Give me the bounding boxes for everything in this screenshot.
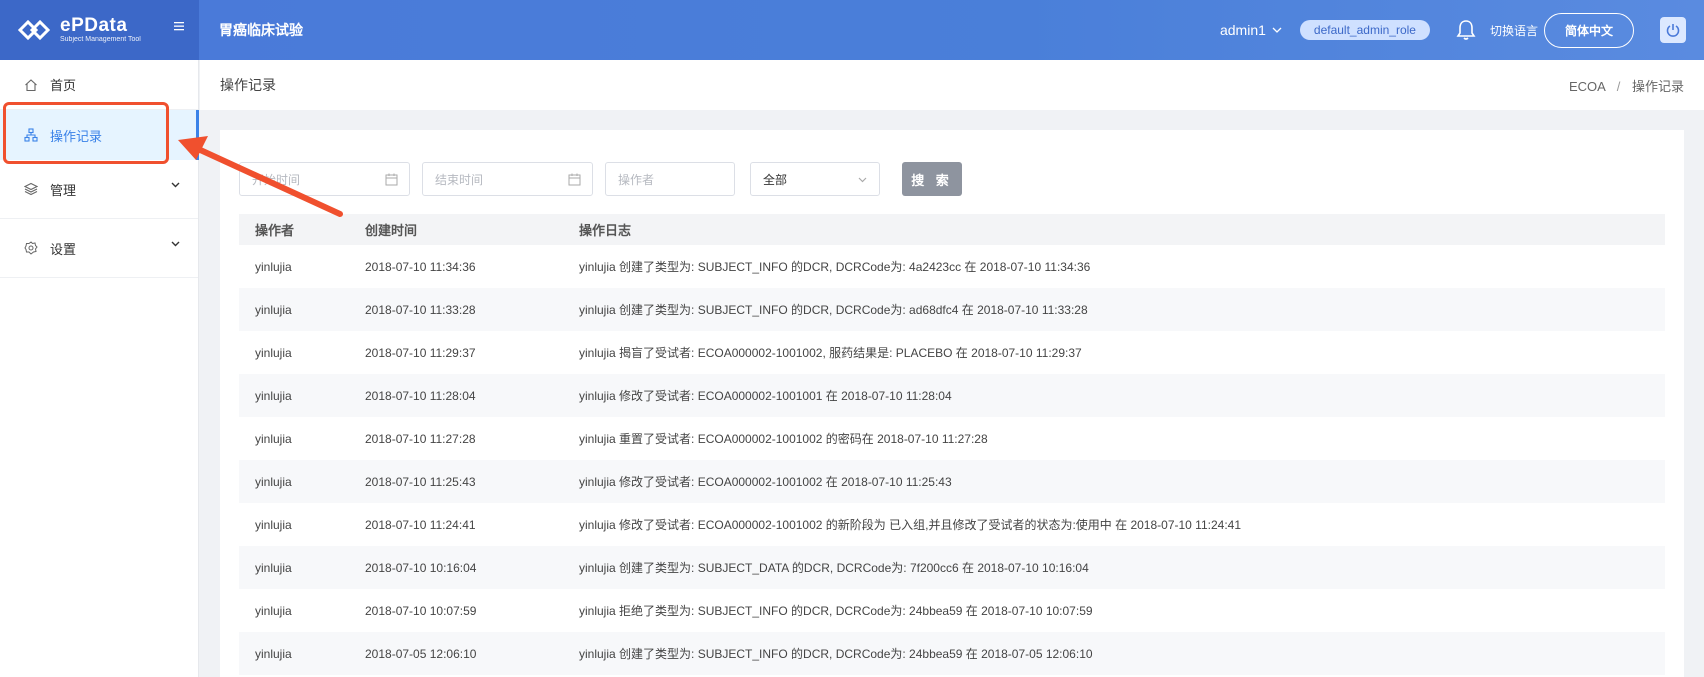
cell-created-time: 2018-07-05 12:06:10: [365, 646, 477, 661]
breadcrumb-item-ecoa[interactable]: ECOA: [1569, 79, 1605, 94]
cell-created-time: 2018-07-10 11:29:37: [365, 345, 476, 360]
menu-toggle-icon[interactable]: [173, 20, 185, 32]
table-row: yinlujia 2018-07-10 11:27:28 yinlujia 重置了受…: [239, 417, 1665, 460]
logo-icon: [18, 19, 51, 41]
cell-created-time: 2018-07-10 11:24:41: [365, 517, 476, 532]
calendar-icon: [385, 173, 398, 186]
cell-log: yinlujia 创建了类型为: SUBJECT_INFO 的DCR, DCRC…: [579, 303, 1088, 317]
cell-log: yinlujia 重置了受试者: ECOA000002-1001002 的密码在…: [579, 432, 988, 446]
page-header-bar: 操作记录 ECOA / 操作记录: [200, 60, 1704, 110]
breadcrumb-separator: /: [1616, 78, 1621, 94]
home-icon: [25, 78, 37, 91]
cell-operator: yinlujia: [255, 560, 292, 575]
logo-subtitle: Subject Management Tool: [60, 36, 141, 43]
page-title: 操作记录: [220, 77, 276, 93]
cell-created-time: 2018-07-10 10:07:59: [365, 603, 477, 618]
table-row: yinlujia 2018-07-10 10:16:04 yinlujia 创建了类…: [239, 546, 1665, 589]
chevron-down-icon: [1272, 27, 1282, 33]
breadcrumb: ECOA / 操作记录: [1569, 76, 1684, 95]
cell-created-time: 2018-07-10 11:25:43: [365, 474, 476, 489]
operator-input[interactable]: 操作者: [605, 162, 735, 196]
chevron-down-icon: [171, 182, 180, 188]
sidebar-item-home[interactable]: 首页: [0, 60, 198, 110]
table-row: yinlujia 2018-07-10 11:34:36 yinlujia 创建了类…: [239, 245, 1665, 288]
cell-created-time: 2018-07-10 10:16:04: [365, 560, 477, 575]
language-button[interactable]: 简体中文: [1543, 12, 1634, 48]
logo-area: ePData Subject Management Tool: [0, 0, 199, 60]
start-time-placeholder: 开始时间: [252, 172, 301, 187]
gear-icon: [24, 241, 38, 255]
cell-log: yinlujia 修改了受试者: ECOA000002-1001001 在 20…: [579, 389, 952, 403]
bell-icon[interactable]: [1456, 19, 1476, 41]
project-title: 胃癌临床试验: [219, 22, 303, 38]
cell-operator: yinlujia: [255, 431, 292, 446]
table-body: yinlujia 2018-07-10 11:34:36 yinlujia 创建了类…: [239, 245, 1665, 675]
cell-log: yinlujia 修改了受试者: ECOA000002-1001002 在 20…: [579, 475, 952, 489]
table-header: 操作者 创建时间 操作日志: [239, 214, 1665, 245]
table-row: yinlujia 2018-07-10 11:28:04 yinlujia 修改了受…: [239, 374, 1665, 417]
end-time-placeholder: 结束时间: [435, 172, 484, 187]
sidebar-item-label: 操作记录: [50, 128, 103, 144]
table-row: yinlujia 2018-07-10 10:07:59 yinlujia 拒绝了类…: [239, 589, 1665, 632]
table-row: yinlujia 2018-07-10 11:25:43 yinlujia 修改了受…: [239, 460, 1665, 503]
cell-log: yinlujia 创建了类型为: SUBJECT_INFO 的DCR, DCRC…: [579, 260, 1091, 274]
end-time-input[interactable]: 结束时间: [422, 162, 593, 196]
cell-operator: yinlujia: [255, 646, 292, 661]
cell-created-time: 2018-07-10 11:27:28: [365, 431, 476, 446]
cell-log: yinlujia 创建了类型为: SUBJECT_DATA 的DCR, DCRC…: [579, 561, 1089, 575]
column-header-operator: 操作者: [255, 223, 295, 238]
table-row: yinlujia 2018-07-05 12:06:10 yinlujia 创建了类…: [239, 632, 1665, 675]
sidebar-item-label: 首页: [50, 78, 77, 93]
filter-bar: 开始时间 结束时间 操作者 全部 搜 索: [239, 162, 962, 196]
cell-log: yinlujia 拒绝了类型为: SUBJECT_INFO 的DCR, DCRC…: [579, 604, 1093, 618]
calendar-icon: [568, 173, 581, 186]
sidebar-item-label: 管理: [50, 182, 77, 198]
content-card: 开始时间 结束时间 操作者 全部 搜 索 操作者 创建时间 操作日志 yinlu…: [220, 130, 1684, 677]
role-badge: default_admin_role: [1299, 20, 1430, 40]
operation-log-table: 操作者 创建时间 操作日志 yinlujia 2018-07-10 11:34:3…: [239, 214, 1665, 675]
cell-log: yinlujia 修改了受试者: ECOA000002-1001002 的新阶段…: [579, 518, 1241, 532]
chevron-down-icon: [858, 177, 867, 183]
user-name: admin1: [1219, 22, 1266, 38]
breadcrumb-item-current: 操作记录: [1631, 78, 1684, 94]
sidebar-item-manage[interactable]: 管理: [0, 160, 198, 219]
sidebar: 首页 操作记录 管理 设置: [0, 60, 199, 677]
cell-operator: yinlujia: [255, 345, 292, 360]
power-icon: [1666, 24, 1680, 37]
cell-created-time: 2018-07-10 11:33:28: [365, 302, 476, 317]
cell-log: yinlujia 揭盲了受试者: ECOA000002-1001002, 服药结…: [579, 346, 1082, 360]
sidebar-item-operation-log[interactable]: 操作记录: [0, 110, 199, 160]
switch-language-label: 切换语言: [1489, 23, 1538, 38]
cell-operator: yinlujia: [255, 388, 292, 403]
cell-operator: yinlujia: [255, 517, 292, 532]
cell-operator: yinlujia: [255, 259, 292, 274]
cell-operator: yinlujia: [255, 603, 292, 618]
table-row: yinlujia 2018-07-10 11:29:37 yinlujia 揭盲了受…: [239, 331, 1665, 374]
table-row: yinlujia 2018-07-10 11:24:41 yinlujia 修改了受…: [239, 503, 1665, 546]
category-select-value: 全部: [763, 172, 788, 187]
user-menu[interactable]: admin1: [1220, 22, 1282, 38]
sitemap-icon: [24, 128, 38, 142]
cell-log: yinlujia 创建了类型为: SUBJECT_INFO 的DCR, DCRC…: [579, 647, 1093, 661]
category-select[interactable]: 全部: [750, 162, 880, 196]
start-time-input[interactable]: 开始时间: [239, 162, 410, 196]
search-button[interactable]: 搜 索: [902, 162, 962, 196]
chevron-down-icon: [171, 241, 180, 247]
sidebar-item-label: 设置: [50, 241, 77, 257]
table-row: yinlujia 2018-07-10 11:33:28 yinlujia 创建了类…: [239, 288, 1665, 331]
cell-created-time: 2018-07-10 11:28:04: [365, 388, 476, 403]
logout-button[interactable]: [1660, 17, 1686, 43]
cell-created-time: 2018-07-10 11:34:36: [365, 259, 476, 274]
operator-placeholder: 操作者: [618, 172, 655, 187]
sidebar-item-settings[interactable]: 设置: [0, 219, 198, 278]
cell-operator: yinlujia: [255, 474, 292, 489]
column-header-created-time: 创建时间: [365, 223, 418, 238]
logo-name: ePData: [60, 15, 128, 36]
column-header-log: 操作日志: [579, 223, 632, 238]
top-header: ePData Subject Management Tool 胃癌临床试验 ad…: [0, 0, 1704, 60]
layers-icon: [24, 182, 38, 196]
cell-operator: yinlujia: [255, 302, 292, 317]
